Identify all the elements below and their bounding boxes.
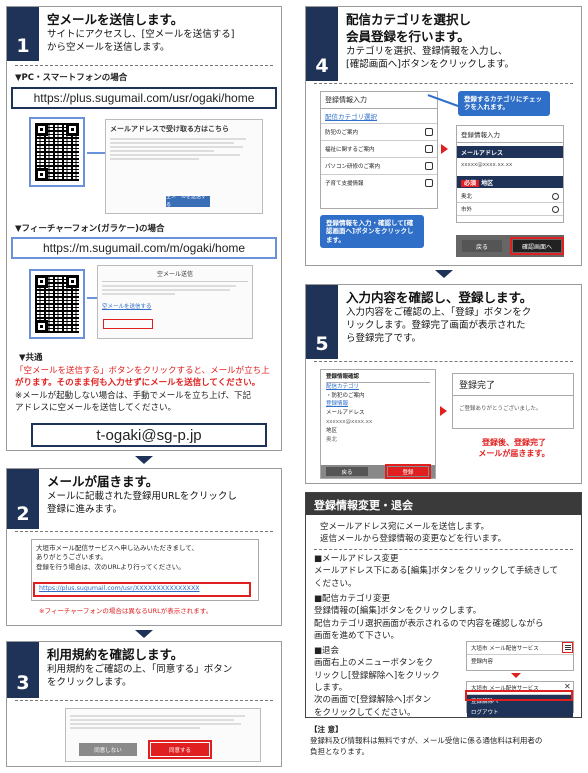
area-row[interactable]: 市外 xyxy=(457,203,563,216)
category-form: 登録情報入力 配信カテゴリ選択 防犯のご案内 福祉に関するご案内 パソコン研修のご案… xyxy=(320,91,438,209)
category-label: パソコン研修のご案内 xyxy=(325,164,381,170)
checkbox[interactable] xyxy=(425,145,433,153)
required-badge: 必須 xyxy=(461,180,480,187)
step-2-panel: 2 メールが届きます。 メールに記載された登録用URLをクリックし 登録に進みます… xyxy=(6,468,282,626)
complete-screen: 登録完了 ご登録ありがとうございました。 xyxy=(452,373,574,429)
area-label: 奥北 xyxy=(461,194,473,200)
checkbox[interactable] xyxy=(425,128,433,136)
change-title: 登録情報変更・退会 xyxy=(306,493,581,515)
arrow-down-icon xyxy=(435,270,453,278)
back-button[interactable]: 戻る xyxy=(326,467,368,476)
register-highlight xyxy=(385,464,431,479)
step-title: 利用規約を確認します。 xyxy=(47,647,184,662)
logout-menu-item[interactable]: ログアウト xyxy=(467,707,573,717)
menu-icon[interactable] xyxy=(562,642,573,653)
area-label: 市外 xyxy=(461,207,473,213)
complete-note: 登録後、登録完了 メールが届きます。 xyxy=(478,438,550,459)
step-1-panel: 1 空メールを送信します。 サイトにアクセスし、[空メールを送信する] から空メー… xyxy=(6,6,282,451)
category-label: 福祉に関するご案内 xyxy=(325,147,375,153)
pc-screenshot: メールアドレスで受け取る方はこちら 空メールを送信する xyxy=(105,119,263,214)
back-button[interactable]: 戻る xyxy=(462,240,502,252)
category-label: 防犯のご案内 xyxy=(325,130,359,136)
notice: 【注 意】 登録料及び情報料は無料ですが、メール受信に係る通信料は利用者の 負担と… xyxy=(310,725,543,756)
arrow-down-icon xyxy=(135,630,153,638)
step-number: 3 xyxy=(7,642,39,698)
checkbox[interactable] xyxy=(425,162,433,170)
confirm-highlight xyxy=(510,237,564,255)
category-row[interactable]: 防犯のご案内 xyxy=(321,123,437,140)
email-address[interactable]: t-ogaki@sg-p.jp xyxy=(31,423,267,447)
confirm-screen: 登録情報確認 配信カテゴリ ・防犯のご案内 登録情報 メールアドレス xxxxx… xyxy=(320,369,436,479)
step-title: 空メールを送信します。 xyxy=(47,12,184,27)
arrow-down-icon xyxy=(135,456,153,464)
menu-mock-1: 大垣市 メール配信サービス 登録内容 xyxy=(466,641,574,671)
common-label: ▼共通 xyxy=(19,353,43,363)
section-heading: ■配信カテゴリ変更 xyxy=(314,593,391,604)
fp-url-note: ※フィーチャーフォンの場合は異なるURLが表示されます。 xyxy=(39,607,213,615)
arrow-right-icon xyxy=(440,406,447,416)
pc-send-button[interactable]: 空メールを送信する xyxy=(166,194,210,208)
category-row[interactable]: パソコン研修のご案内 xyxy=(321,157,437,174)
arrow-right-icon xyxy=(441,144,448,154)
section-heading: ■退会 xyxy=(314,646,340,656)
radio[interactable] xyxy=(552,192,559,200)
confirm-callout: 登録情報を入力・確認して[確認画面へ]ボタンをクリックします。 xyxy=(320,215,424,249)
pc-url[interactable]: https://plus.sugumail.com/usr/ogaki/home xyxy=(11,87,277,109)
fp-link-highlight xyxy=(103,319,153,329)
fp-send-link[interactable]: 空メールを送信する xyxy=(102,303,248,311)
section-heading: ■メールアドレス変更 xyxy=(314,554,399,564)
unregister-highlight xyxy=(465,690,573,701)
step-number: 5 xyxy=(306,285,338,359)
common-notes: 「空メールを送信する」ボタンをクリックすると、メールが立ち上 がります。そのまま… xyxy=(15,366,270,413)
step-number: 2 xyxy=(7,469,39,529)
arrow-down-icon xyxy=(511,673,521,678)
step-3-panel: 3 利用規約を確認します。 利用規約をご確認の上、「同意する」ボタン をクリックし… xyxy=(6,641,282,767)
step-title: メールが届きます。 xyxy=(47,474,159,489)
area-row[interactable]: 奥北 xyxy=(457,190,563,203)
category-row[interactable]: 子育て支援情報 xyxy=(321,174,437,191)
category-row[interactable]: 福祉に関するご案内 xyxy=(321,140,437,157)
registration-url[interactable]: https://plus.sugumail.com/usr/XXXXXXXXXX… xyxy=(39,585,200,592)
step-number: 4 xyxy=(306,7,338,81)
fp-label: ▼フィーチャーフォン(ガラケー)の場合 xyxy=(15,224,165,234)
step-title: 入力内容を確認し、登録します。 xyxy=(346,290,533,305)
registration-form: 登録情報入力 メールアドレス xxxxx@xxxx.xx.xx 必須 地区 奥北… xyxy=(456,125,564,223)
change-panel: 登録情報変更・退会 空メールアドレス宛にメールを送信します。 返信メールから登録情… xyxy=(305,492,582,718)
step-4-panel: 4 配信カテゴリを選択し 会員登録を行います。 カテゴリを選択、登録情報を入力し、… xyxy=(305,6,582,266)
agree-highlight xyxy=(148,740,212,759)
step-number: 1 xyxy=(7,7,39,61)
category-label: 子育て支援情報 xyxy=(325,181,364,187)
checkbox[interactable] xyxy=(425,179,433,187)
fp-qr-code xyxy=(29,269,85,339)
disagree-button[interactable]: 同意しない xyxy=(79,743,137,756)
step-1-header: 1 空メールを送信します。 サイトにアクセスし、[空メールを送信する] から空メー… xyxy=(7,7,281,61)
pc-label: ▼PC・スマートフォンの場合 xyxy=(15,73,128,83)
pc-qr-code xyxy=(29,117,85,187)
checkbox-callout: 登録するカテゴリにチェックを入れます。 xyxy=(458,91,550,116)
fp-url[interactable]: https://m.sugumail.com/m/ogaki/home xyxy=(11,237,277,259)
radio[interactable] xyxy=(552,205,559,213)
step-5-panel: 5 入力内容を確認し、登録します。 入力内容をご確認の上、「登録」ボタンをク リッ… xyxy=(305,284,582,484)
